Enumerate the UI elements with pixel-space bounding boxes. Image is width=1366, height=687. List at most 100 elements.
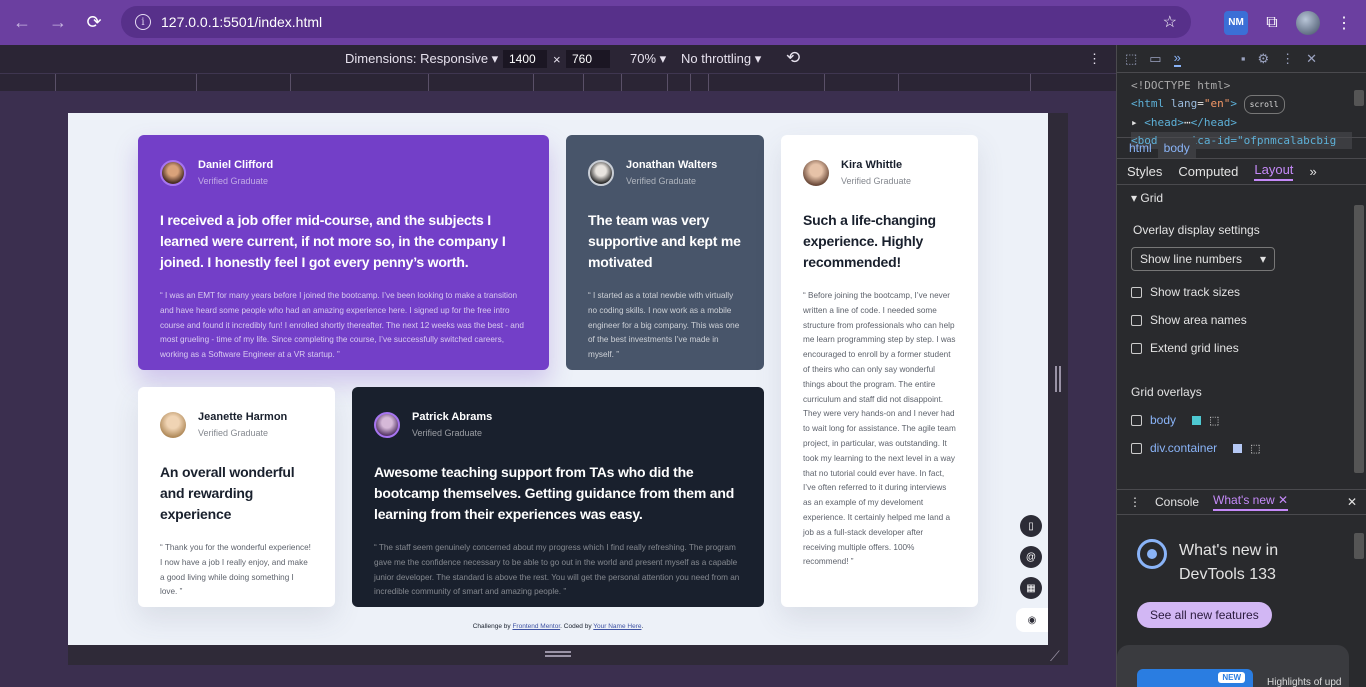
chevron-down-icon: ▾ (1259, 252, 1266, 266)
scroll-badge[interactable]: scroll (1243, 94, 1285, 114)
overlay-container-checkbox[interactable]: div.container ⬚ (1131, 441, 1352, 455)
book-icon[interactable]: ▯ (1020, 515, 1042, 537)
more-panels-icon[interactable]: » (1173, 50, 1181, 67)
whats-new-title: What's new in (1179, 542, 1279, 559)
resize-handle-bottom[interactable] (545, 651, 571, 657)
avatar (374, 411, 400, 438)
reveal-icon[interactable]: ⬚ (1250, 442, 1260, 455)
dom-html-val: "en" (1203, 96, 1231, 110)
dom-head[interactable]: <head> (1144, 116, 1184, 129)
url-text: 127.0.0.1:5501/index.html (161, 14, 323, 30)
reveal-icon[interactable]: ⬚ (1209, 414, 1219, 427)
drawer-menu-icon[interactable]: ⋮ (1129, 495, 1141, 509)
whats-new-label: What's new (1213, 493, 1275, 507)
testimonial-card-kira: Kira Whittle Verified Graduate Such a li… (781, 135, 978, 607)
grid-section-toggle[interactable]: ▾ Grid (1131, 191, 1352, 205)
dom-head-close: </head> (1190, 116, 1237, 129)
verified-tag: Verified Graduate (841, 176, 912, 186)
verified-tag: Verified Graduate (412, 428, 483, 438)
person-name: Kira Whittle (841, 159, 903, 171)
issues-icon[interactable]: ▪ (1241, 51, 1246, 66)
person-name: Jonathan Walters (626, 159, 718, 171)
width-input[interactable] (502, 49, 548, 69)
devtools-menu-icon[interactable]: ⋮ (1281, 51, 1294, 67)
grid-title: Grid (1140, 191, 1164, 205)
avatar (803, 159, 829, 186)
extend-lines-checkbox[interactable]: Extend grid lines (1131, 341, 1352, 355)
dom-ellipsis[interactable]: ⋯ (1184, 116, 1191, 129)
layout-pane: ▾ Grid Overlay display settings Show lin… (1117, 185, 1366, 461)
testimonial-card-patrick: Patrick Abrams Verified Graduate Awesome… (352, 387, 764, 607)
color-swatch[interactable] (1192, 415, 1202, 425)
address-bar[interactable]: i 127.0.0.1:5501/index.html ☆ (121, 6, 1191, 38)
person-name: Daniel Clifford (198, 159, 274, 171)
layout-scrollbar[interactable] (1354, 205, 1364, 473)
color-swatch[interactable] (1233, 443, 1243, 453)
dom-doctype: <!DOCTYPE html> (1131, 79, 1231, 92)
page-viewport: Daniel Clifford Verified Graduate I rece… (68, 113, 1048, 645)
more-options-icon[interactable]: ⋮ (1088, 51, 1101, 67)
profile-avatar[interactable] (1296, 10, 1320, 35)
attribution-prefix: Challenge by (472, 623, 513, 630)
dom-html-attr: lang (1170, 96, 1198, 110)
tab-whats-new[interactable]: What's new ✕ (1213, 493, 1289, 511)
highlights-image: NEW (1137, 669, 1253, 687)
attribution-mid: . Coded by (560, 623, 594, 630)
forward-arrow-icon[interactable]: → (40, 4, 76, 40)
crumb-html[interactable]: html (1123, 138, 1158, 158)
close-tab-icon[interactable]: ✕ (1278, 493, 1288, 507)
throttling-dropdown[interactable]: No throttling ▾ (681, 51, 761, 67)
reload-icon[interactable]: ⟳ (76, 4, 112, 40)
verified-tag: Verified Graduate (198, 176, 269, 186)
testimonial-quote: “ Before joining the bootcamp, I’ve neve… (803, 291, 956, 567)
resize-handle-right[interactable] (1055, 366, 1061, 392)
device-toggle-icon[interactable]: ▭ (1149, 51, 1161, 67)
testimonial-quote: “ The staff seem genuinely concerned abo… (374, 543, 740, 597)
tab-styles[interactable]: Styles (1127, 164, 1162, 179)
area-names-checkbox[interactable]: Show area names (1131, 313, 1352, 327)
drawer-scrollbar[interactable] (1354, 533, 1364, 559)
author-link[interactable]: Your Name Here (593, 623, 641, 630)
assistant-bot-icon[interactable]: ◉ (1016, 608, 1048, 632)
crumb-body[interactable]: body (1157, 138, 1196, 158)
testimonial-quote: “ I was an EMT for many years before I j… (160, 291, 524, 360)
overlay-body-label: body (1150, 413, 1177, 427)
media-query-ruler[interactable] (0, 73, 1116, 91)
attribution-end: . (641, 623, 644, 630)
extension-icon[interactable]: NM (1224, 10, 1248, 35)
resize-corner-icon[interactable]: ⟋ (1050, 648, 1060, 665)
dom-scrollbar[interactable] (1354, 90, 1364, 106)
tab-computed[interactable]: Computed (1178, 164, 1238, 179)
more-tabs-icon[interactable]: » (1309, 164, 1316, 179)
frontend-mentor-link[interactable]: Frontend Mentor (512, 623, 560, 630)
extensions-puzzle-icon[interactable]: ⧉ (1260, 11, 1284, 35)
browser-toolbar: ← → ⟳ i 127.0.0.1:5501/index.html ☆ NM ⧉… (0, 0, 1366, 45)
grid-apps-icon[interactable]: ▦ (1020, 577, 1042, 599)
testimonial-quote: “ Thank you for the wonderful experience… (160, 543, 311, 597)
see-all-features-button[interactable]: See all new features (1137, 602, 1272, 628)
at-icon[interactable]: @ (1020, 546, 1042, 568)
menu-kebab-icon[interactable]: ⋮ (1332, 11, 1356, 35)
overlay-heading: Overlay display settings (1133, 223, 1260, 237)
inspect-element-icon[interactable]: ⬚ (1125, 51, 1137, 67)
site-info-icon[interactable]: i (135, 14, 151, 30)
dom-html-tag: <html (1131, 96, 1165, 110)
close-drawer-icon[interactable]: ✕ (1347, 495, 1357, 509)
testimonial-quote: “ I started as a total newbie with virtu… (588, 291, 740, 360)
height-input[interactable] (565, 49, 611, 69)
dimensions-dropdown[interactable]: Dimensions: Responsive ▾ (345, 51, 498, 67)
overlays-heading: Grid overlays (1131, 385, 1202, 399)
tab-console[interactable]: Console (1155, 495, 1199, 509)
close-devtools-icon[interactable]: ✕ (1306, 51, 1317, 67)
browser-actions: NM ⧉ ⋮ (1224, 0, 1366, 45)
track-sizes-checkbox[interactable]: Show track sizes (1131, 285, 1352, 299)
zoom-dropdown[interactable]: 70% ▾ (630, 51, 666, 67)
dom-tree[interactable]: <!DOCTYPE html> <html lang="en"> scroll … (1117, 73, 1366, 149)
overlay-body-checkbox[interactable]: body ⬚ (1131, 413, 1352, 427)
settings-gear-icon[interactable]: ⚙ (1257, 51, 1269, 67)
rotate-icon[interactable]: ⟲ (786, 48, 800, 68)
back-arrow-icon[interactable]: ← (4, 4, 40, 40)
line-numbers-select[interactable]: Show line numbers ▾ (1131, 247, 1275, 271)
tab-layout[interactable]: Layout (1254, 162, 1294, 181)
bookmark-star-icon[interactable]: ☆ (1163, 12, 1177, 32)
